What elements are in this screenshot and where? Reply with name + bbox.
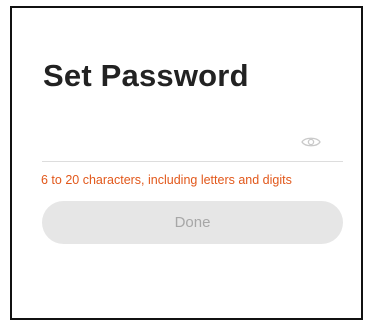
done-button[interactable]: Done — [42, 201, 343, 244]
page-title: Set Password — [43, 58, 249, 93]
password-input[interactable] — [42, 130, 292, 156]
password-hint: 6 to 20 characters, including letters an… — [41, 173, 292, 187]
eye-icon[interactable] — [301, 135, 321, 149]
screen-frame: Set Password 6 to 20 characters, includi… — [10, 6, 363, 320]
done-button-label: Done — [174, 214, 211, 231]
password-field — [42, 126, 343, 162]
